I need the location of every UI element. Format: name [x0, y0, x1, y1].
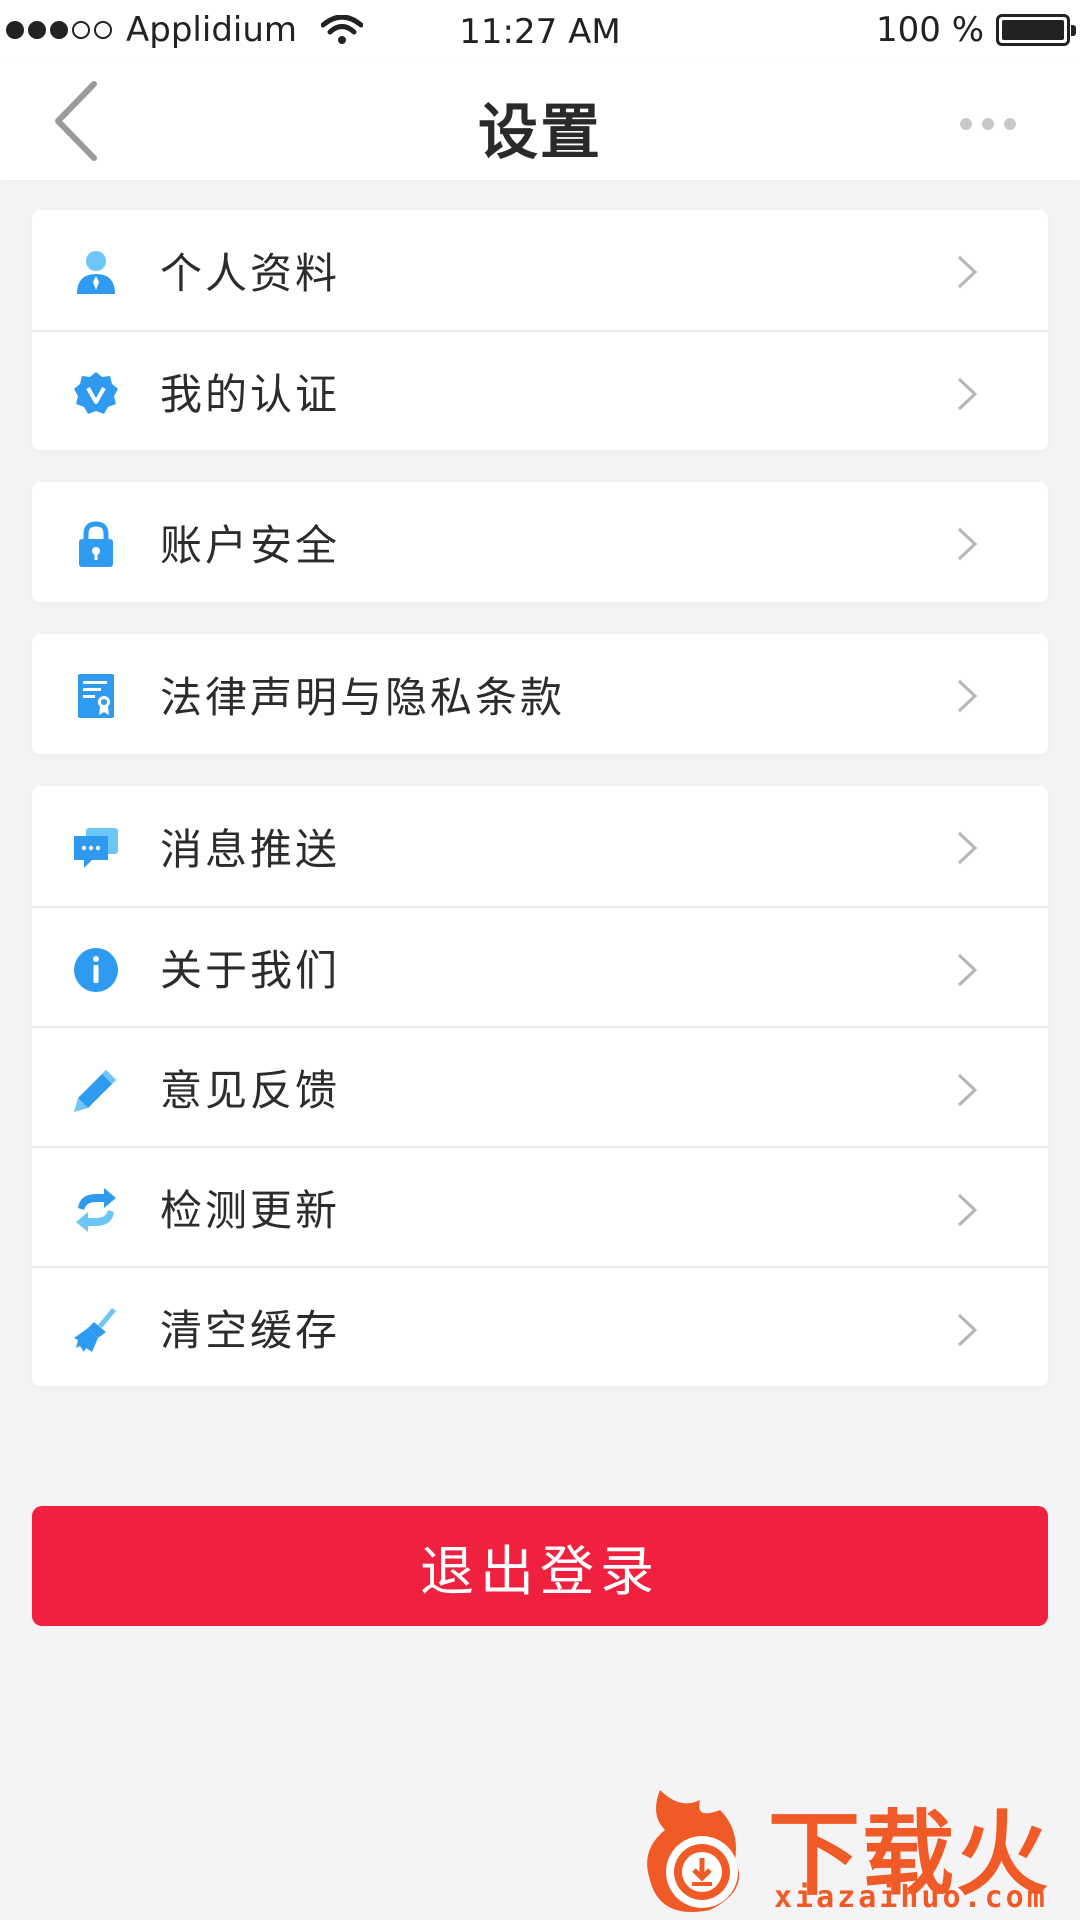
certificate-document-icon	[78, 674, 114, 718]
chevron-right-icon	[957, 255, 978, 289]
chevron-right-icon	[957, 953, 978, 987]
row-personal-profile[interactable]: 个人资料	[32, 210, 1048, 330]
person-icon	[77, 251, 115, 294]
row-legal-privacy[interactable]: 法律声明与隐私条款	[32, 634, 1048, 754]
row-feedback[interactable]: 意见反馈	[32, 1026, 1048, 1146]
chevron-right-icon	[957, 377, 978, 411]
chevron-right-icon	[957, 831, 978, 865]
row-about-us[interactable]: 关于我们	[32, 906, 1048, 1026]
chevron-right-icon	[957, 1193, 978, 1227]
row-my-certification[interactable]: 我的认证	[32, 330, 1048, 450]
row-check-update[interactable]: 检测更新	[32, 1146, 1048, 1266]
lock-icon	[79, 521, 113, 567]
row-label: 清空缓存	[160, 1305, 341, 1355]
chevron-right-icon	[957, 1313, 978, 1347]
chevron-right-icon	[957, 679, 978, 713]
refresh-icon	[76, 1188, 116, 1232]
status-right: 100 %	[875, 10, 1076, 50]
row-label: 消息推送	[160, 824, 341, 874]
chat-bubbles-icon	[74, 828, 118, 868]
chevron-right-icon	[957, 527, 978, 561]
battery-percent: 100 %	[875, 10, 984, 50]
page-title: 设置	[478, 98, 602, 168]
row-label: 关于我们	[160, 945, 341, 995]
watermark-logo: 下载火 xiazaihuo.com	[640, 1780, 1080, 1920]
flame-logo-icon	[647, 1790, 740, 1912]
broom-icon	[74, 1308, 116, 1352]
chevron-right-icon	[957, 1073, 978, 1107]
row-label: 法律声明与隐私条款	[160, 672, 566, 722]
row-account-security[interactable]: 账户安全	[32, 482, 1048, 602]
watermark-domain: xiazaihuo.com	[774, 1880, 1048, 1915]
row-label: 账户安全	[160, 520, 341, 570]
row-label: 检测更新	[160, 1185, 341, 1235]
row-clear-cache[interactable]: 清空缓存	[32, 1266, 1048, 1386]
more-options-button[interactable]	[960, 114, 1030, 134]
settings-group-legal: 法律声明与隐私条款	[32, 634, 1048, 754]
status-bar: Applidium 11:27 AM 100 %	[0, 0, 1080, 64]
pencil-icon	[74, 1070, 116, 1112]
row-label: 意见反馈	[160, 1065, 341, 1115]
settings-group-profile: 个人资料 我的认证	[32, 210, 1048, 450]
row-label: 我的认证	[160, 369, 341, 419]
row-message-push[interactable]: 消息推送	[32, 786, 1048, 906]
info-icon	[74, 948, 118, 992]
settings-group-security: 账户安全	[32, 482, 1048, 602]
battery-icon	[996, 14, 1076, 46]
logout-button[interactable]: 退出登录	[32, 1506, 1048, 1626]
verified-badge-icon	[74, 372, 118, 414]
row-label: 个人资料	[160, 248, 341, 298]
nav-bar: 设置	[0, 64, 1080, 180]
settings-group-general: 消息推送 关于我们 意见反馈 检测更新 清空缓存	[32, 786, 1048, 1386]
